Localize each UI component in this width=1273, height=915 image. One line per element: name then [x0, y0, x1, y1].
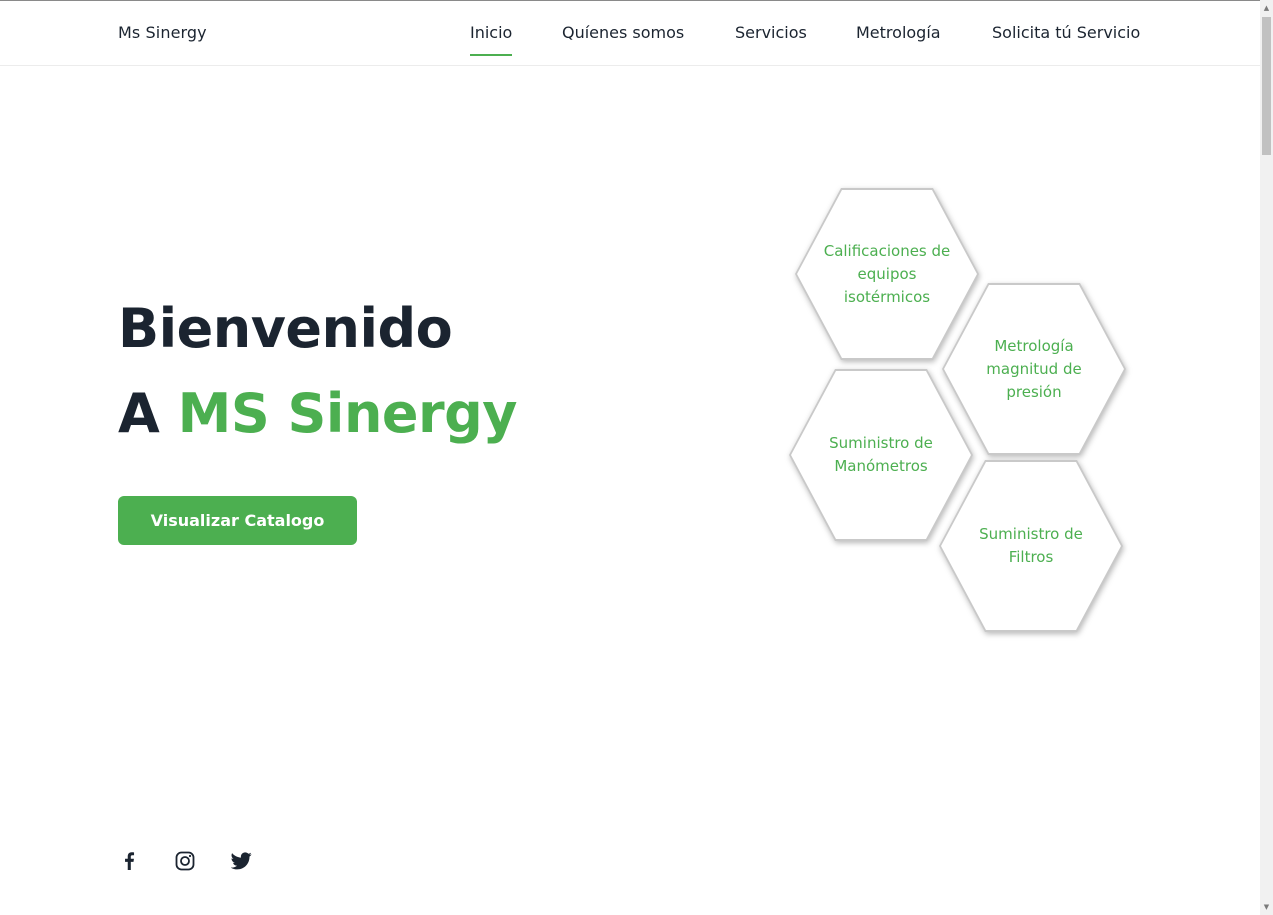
- view-catalog-button[interactable]: Visualizar Catalogo: [118, 496, 357, 545]
- hex-body: Suministro de Filtros: [941, 462, 1121, 630]
- facebook-icon[interactable]: [118, 850, 140, 872]
- hero-title-line2: A MS Sinergy: [118, 387, 518, 441]
- scrollbar-thumb[interactable]: [1262, 17, 1271, 155]
- hero-title-accent: MS Sinergy: [177, 382, 518, 445]
- hero-title-prefix: A: [118, 382, 160, 445]
- hero-title-line1: Bienvenido: [118, 297, 453, 360]
- instagram-icon[interactable]: [174, 850, 196, 872]
- scroll-up-arrow-icon[interactable]: ▲: [1262, 3, 1271, 13]
- nav-item-solicita-servicio[interactable]: Solicita tú Servicio: [992, 23, 1140, 42]
- main-nav: Inicio Quíenes somos Servicios Metrologí…: [0, 23, 1260, 63]
- site-header: Ms Sinergy Inicio Quíenes somos Servicio…: [0, 1, 1260, 66]
- twitter-icon[interactable]: [230, 850, 252, 872]
- nav-item-metrologia[interactable]: Metrología: [856, 23, 941, 42]
- nav-item-servicios[interactable]: Servicios: [735, 23, 807, 42]
- service-label-manometers: Suministro de Manómetros: [829, 434, 933, 475]
- service-hex-filters[interactable]: Suministro de Filtros: [939, 460, 1123, 632]
- nav-item-inicio[interactable]: Inicio: [470, 23, 513, 56]
- service-label-pressure: Metrología magnitud de presión: [986, 336, 1082, 401]
- scroll-down-arrow-icon[interactable]: ▼: [1262, 902, 1271, 912]
- service-label-filters: Suministro de Filtros: [979, 525, 1083, 566]
- page-scrollbar[interactable]: ▲ ▼: [1260, 0, 1273, 915]
- nav-item-quienes-somos[interactable]: Quíenes somos: [562, 23, 684, 42]
- service-label-isothermal: Calificaciones de equipos isotérmicos: [823, 241, 951, 306]
